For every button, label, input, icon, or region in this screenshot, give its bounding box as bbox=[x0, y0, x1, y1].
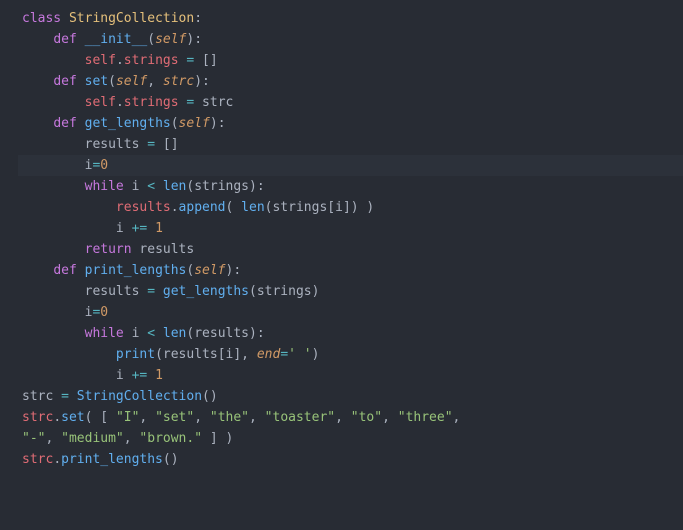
op-lt: < bbox=[147, 179, 155, 194]
code-line[interactable]: return results bbox=[18, 239, 683, 260]
var-strings: strings bbox=[194, 179, 249, 194]
op-eq: = bbox=[147, 284, 155, 299]
string-lit: "toaster" bbox=[265, 410, 335, 425]
keyword-def: def bbox=[53, 32, 76, 47]
var-results: results bbox=[85, 137, 140, 152]
code-line[interactable]: while i < len(strings): bbox=[18, 176, 683, 197]
code-line[interactable]: def __init__(self): bbox=[18, 29, 683, 50]
empty-list: [] bbox=[163, 137, 179, 152]
keyword-def: def bbox=[53, 116, 76, 131]
var-strc: strc bbox=[22, 389, 53, 404]
num-zero: 0 bbox=[100, 158, 108, 173]
num-one: 1 bbox=[155, 221, 163, 236]
code-line[interactable]: self.strings = strc bbox=[18, 92, 683, 113]
code-line[interactable]: results = [] bbox=[18, 134, 683, 155]
var-strc: strc bbox=[22, 452, 53, 467]
fn-print-lengths: print_lengths bbox=[61, 452, 163, 467]
code-line-current[interactable]: i=0 bbox=[18, 155, 683, 176]
op-lt: < bbox=[147, 326, 155, 341]
keyword-def: def bbox=[53, 263, 76, 278]
string-lit: "I" bbox=[116, 410, 139, 425]
var-results: results bbox=[116, 200, 171, 215]
string-lit: "three" bbox=[398, 410, 453, 425]
code-line[interactable]: strc = StringCollection() bbox=[18, 386, 683, 407]
var-i: i bbox=[116, 368, 124, 383]
var-results: results bbox=[85, 284, 140, 299]
keyword-while: while bbox=[85, 179, 124, 194]
code-line[interactable]: i=0 bbox=[18, 302, 683, 323]
self-ref: self bbox=[85, 95, 116, 110]
keyword-return: return bbox=[85, 242, 132, 257]
code-line[interactable]: i += 1 bbox=[18, 218, 683, 239]
var-results: results bbox=[194, 326, 249, 341]
code-line[interactable]: strc.print_lengths() bbox=[18, 449, 683, 470]
class-call: StringCollection bbox=[77, 389, 202, 404]
var-strc: strc bbox=[22, 410, 53, 425]
self-ref: self bbox=[85, 53, 116, 68]
kwarg-end: end bbox=[257, 347, 280, 362]
code-line[interactable]: def print_lengths(self): bbox=[18, 260, 683, 281]
var-strings: strings bbox=[257, 284, 312, 299]
string-lit: "brown." bbox=[139, 431, 202, 446]
class-name: StringCollection bbox=[69, 11, 194, 26]
op-pluseq: += bbox=[132, 368, 148, 383]
fn-len: len bbox=[163, 326, 186, 341]
code-line[interactable]: i += 1 bbox=[18, 365, 683, 386]
param-self: self bbox=[116, 74, 147, 89]
code-line[interactable]: def set(self, strc): bbox=[18, 71, 683, 92]
string-space: ' ' bbox=[288, 347, 311, 362]
keyword-def: def bbox=[53, 74, 76, 89]
method-print-lengths: print_lengths bbox=[85, 263, 187, 278]
code-line[interactable]: results = get_lengths(strings) bbox=[18, 281, 683, 302]
code-line[interactable]: self.strings = [] bbox=[18, 50, 683, 71]
string-lit: "-" bbox=[22, 431, 45, 446]
var-i: i bbox=[116, 221, 124, 236]
op-eq: = bbox=[147, 137, 155, 152]
code-line[interactable]: print(results[i], end=' ') bbox=[18, 344, 683, 365]
string-lit: "set" bbox=[155, 410, 194, 425]
code-line[interactable]: results.append( len(strings[i]) ) bbox=[18, 197, 683, 218]
code-line[interactable]: strc.set( [ "I", "set", "the", "toaster"… bbox=[18, 407, 683, 428]
param-self: self bbox=[179, 116, 210, 131]
param-strc: strc bbox=[163, 74, 194, 89]
num-one: 1 bbox=[155, 368, 163, 383]
num-zero: 0 bbox=[100, 305, 108, 320]
op-eq: = bbox=[280, 347, 288, 362]
op-eq: = bbox=[61, 389, 69, 404]
var-strc: strc bbox=[202, 95, 233, 110]
keyword-class: class bbox=[22, 11, 61, 26]
param-self: self bbox=[194, 263, 225, 278]
fn-append: append bbox=[179, 200, 226, 215]
code-line[interactable]: while i < len(results): bbox=[18, 323, 683, 344]
code-editor[interactable]: class StringCollection: def __init__(sel… bbox=[0, 0, 683, 478]
op-pluseq: += bbox=[132, 221, 148, 236]
string-lit: "medium" bbox=[61, 431, 124, 446]
code-line[interactable]: "-", "medium", "brown." ] ) bbox=[18, 428, 683, 449]
fn-get-lengths: get_lengths bbox=[163, 284, 249, 299]
fn-print: print bbox=[116, 347, 155, 362]
var-strings: strings bbox=[272, 200, 327, 215]
method-init: __init__ bbox=[85, 32, 148, 47]
fn-len: len bbox=[241, 200, 264, 215]
param-self: self bbox=[155, 32, 186, 47]
method-get-lengths: get_lengths bbox=[85, 116, 171, 131]
fn-set: set bbox=[61, 410, 84, 425]
code-line[interactable]: class StringCollection: bbox=[18, 8, 683, 29]
var-i: i bbox=[335, 200, 343, 215]
attr-strings: strings bbox=[124, 53, 179, 68]
code-line[interactable]: def get_lengths(self): bbox=[18, 113, 683, 134]
attr-strings: strings bbox=[124, 95, 179, 110]
string-lit: "to" bbox=[351, 410, 382, 425]
empty-list: [] bbox=[202, 53, 218, 68]
method-set: set bbox=[85, 74, 108, 89]
keyword-while: while bbox=[85, 326, 124, 341]
var-results: results bbox=[139, 242, 194, 257]
fn-len: len bbox=[163, 179, 186, 194]
string-lit: "the" bbox=[210, 410, 249, 425]
var-results: results bbox=[163, 347, 218, 362]
